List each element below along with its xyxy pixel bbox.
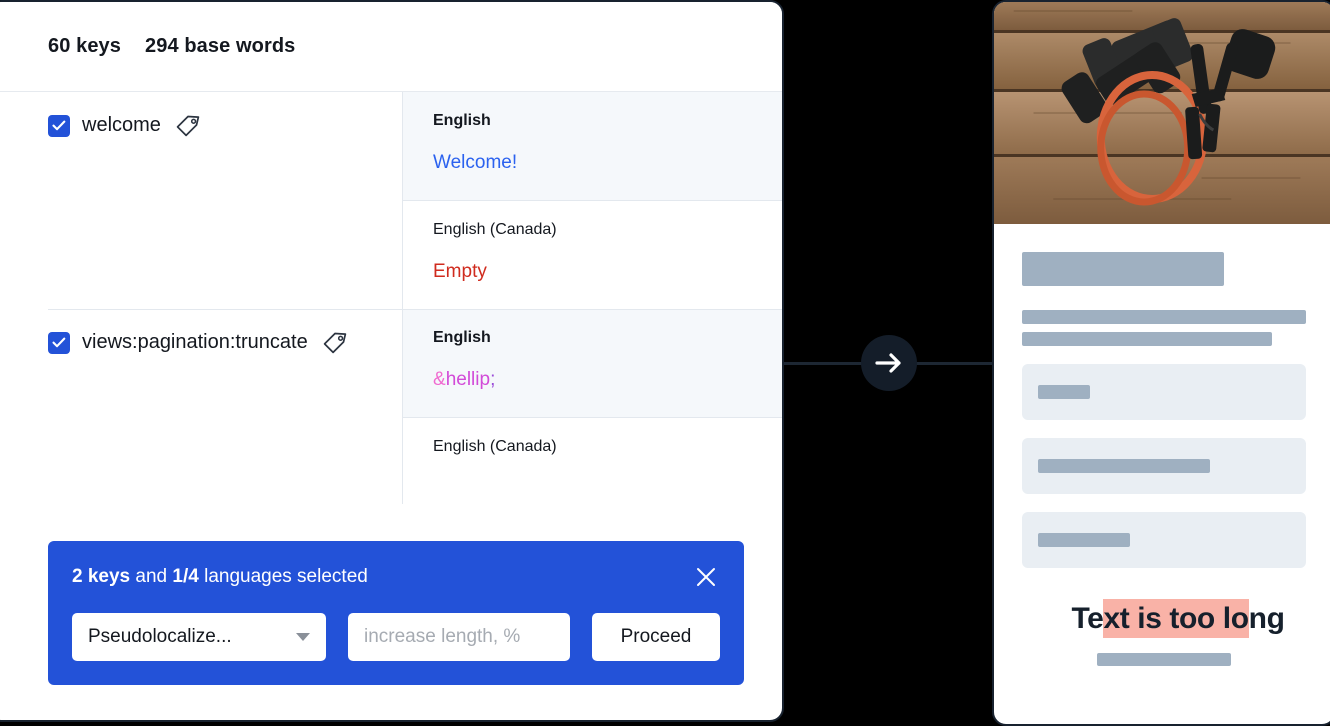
translations-cell: English Welcome! English (Canada) Empty bbox=[402, 92, 782, 309]
language-block-source[interactable]: English &hellip; bbox=[403, 309, 782, 418]
close-icon[interactable] bbox=[692, 563, 720, 591]
summary-conjunction: and bbox=[130, 566, 173, 587]
key-rows-list: welcome English Welcome! English (Canada… bbox=[0, 92, 782, 504]
overflow-text-highlight: xt is too lo bbox=[1103, 599, 1249, 638]
overflow-demo: Text is too long bbox=[1022, 599, 1306, 666]
language-block-target[interactable]: English (Canada) Empty bbox=[403, 201, 782, 309]
screenshot-stage: 60 keys 294 base words welcome English W… bbox=[0, 0, 1330, 726]
skeleton-card bbox=[1022, 438, 1306, 494]
translation-value[interactable]: &hellip; bbox=[433, 369, 782, 391]
tag-icon[interactable] bbox=[322, 332, 348, 354]
table-row: views:pagination:truncate English &helli… bbox=[0, 309, 782, 504]
row-checkbox[interactable] bbox=[48, 331, 70, 354]
skeleton-bar bbox=[1038, 385, 1090, 399]
entity-word: hellip bbox=[445, 369, 491, 390]
key-cell: views:pagination:truncate bbox=[0, 309, 402, 504]
key-cell: welcome bbox=[0, 92, 402, 309]
language-block-target[interactable]: English (Canada) bbox=[403, 418, 782, 504]
skeleton-line bbox=[1022, 310, 1306, 324]
keys-count-label: 60 keys bbox=[48, 35, 121, 57]
skeleton-card bbox=[1022, 364, 1306, 420]
overflow-text-prefix: Te bbox=[1071, 602, 1104, 635]
entity-ampersand: & bbox=[433, 369, 446, 390]
skeleton-line bbox=[1022, 332, 1272, 346]
overflow-text-label: Text is too long bbox=[1071, 599, 1285, 638]
translation-editor-panel: 60 keys 294 base words welcome English W… bbox=[0, 0, 784, 722]
language-name-label: English bbox=[433, 112, 491, 129]
arrow-right-icon bbox=[861, 335, 917, 391]
bulk-action-bar: 2 keys and 1/4 languages selected Pseudo… bbox=[48, 541, 744, 685]
selected-languages-count: 1/4 bbox=[172, 566, 199, 587]
translations-cell: English &hellip; English (Canada) bbox=[402, 309, 782, 504]
preview-content: Text is too long bbox=[994, 224, 1330, 666]
skeleton-bar bbox=[1038, 459, 1210, 473]
skeleton-footer-bar bbox=[1097, 653, 1231, 666]
entity-semicolon: ; bbox=[490, 369, 496, 390]
overflow-text-suffix: ng bbox=[1248, 602, 1285, 635]
preview-panel: Text is too long bbox=[992, 0, 1330, 726]
selection-summary: 2 keys and 1/4 languages selected bbox=[72, 566, 368, 588]
operation-select[interactable]: Pseudolocalize... bbox=[72, 613, 326, 661]
language-block-source[interactable]: English Welcome! bbox=[403, 92, 782, 201]
language-name-label: English bbox=[433, 329, 491, 346]
language-name-label: English (Canada) bbox=[433, 438, 557, 455]
translation-empty-status[interactable]: Empty bbox=[433, 261, 782, 283]
proceed-button[interactable]: Proceed bbox=[592, 613, 720, 661]
language-name-label: English (Canada) bbox=[433, 221, 557, 238]
skeleton-bar bbox=[1038, 533, 1130, 547]
tag-icon[interactable] bbox=[175, 115, 201, 137]
row-checkbox[interactable] bbox=[48, 114, 70, 137]
translation-value[interactable]: Welcome! bbox=[433, 152, 782, 174]
increase-length-input[interactable] bbox=[348, 613, 570, 661]
summary-tail: languages selected bbox=[198, 566, 368, 587]
skeleton-title bbox=[1022, 252, 1224, 286]
operation-select-value: Pseudolocalize... bbox=[88, 626, 232, 647]
key-name-label: welcome bbox=[82, 114, 161, 136]
skeleton-card bbox=[1022, 512, 1306, 568]
selected-keys-count: 2 keys bbox=[72, 566, 131, 587]
chevron-down-icon bbox=[296, 633, 310, 641]
table-row: welcome English Welcome! English (Canada… bbox=[0, 92, 782, 309]
editor-header: 60 keys 294 base words bbox=[0, 2, 782, 92]
key-name-label: views:pagination:truncate bbox=[82, 331, 308, 353]
hero-image bbox=[994, 2, 1330, 224]
base-words-count-label: 294 base words bbox=[145, 35, 296, 57]
